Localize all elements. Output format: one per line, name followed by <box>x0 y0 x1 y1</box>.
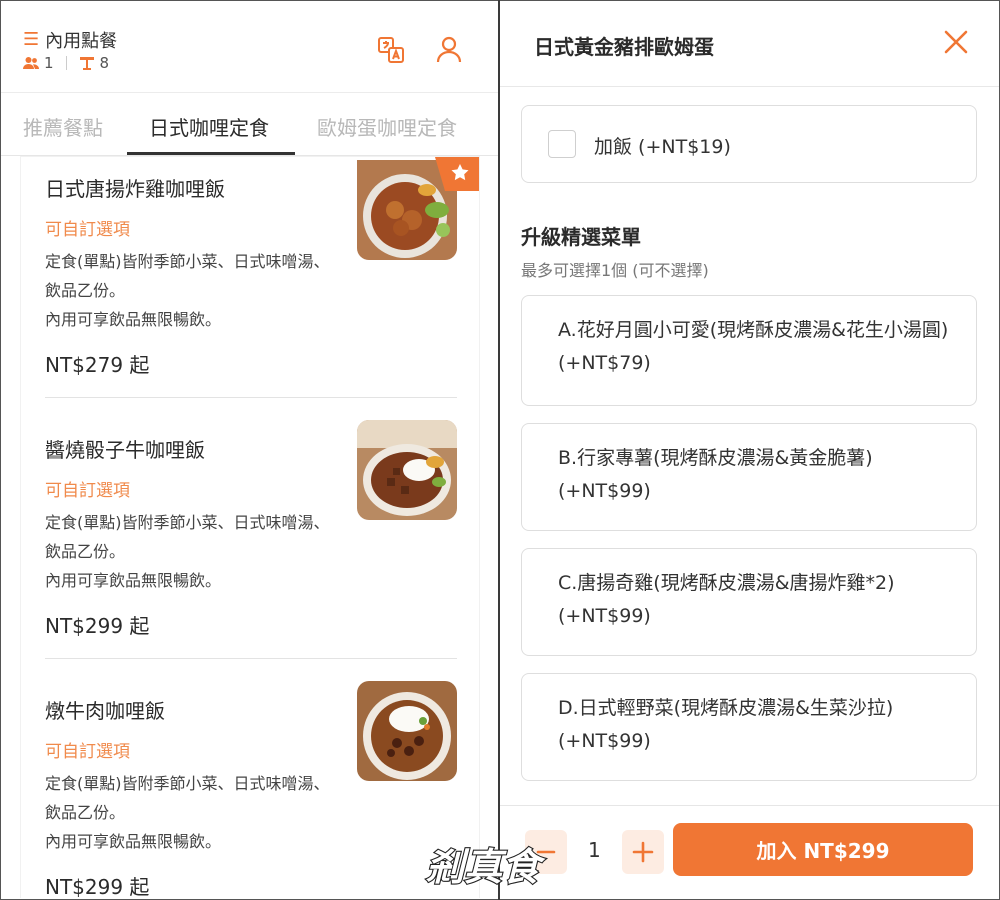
watermark-logo: 剎真食 <box>420 836 560 892</box>
user-icon[interactable] <box>434 35 464 65</box>
item-description-note: 內用可享飲品無限暢飲。 <box>45 571 222 590</box>
item-description: 定食(單點)皆附季節小菜、日式味噌湯、飲品乙份。 <box>45 513 330 561</box>
people-icon <box>23 56 39 70</box>
menu-list: 日式唐揚炸雞咖哩飯 可自訂選項 定食(單點)皆附季節小菜、日式味噌湯、飲品乙份。… <box>21 157 479 898</box>
option-text: D.日式輕野菜(現烤酥皮濃湯&生菜沙拉)(+NT$99) <box>558 697 894 752</box>
upgrade-option-c[interactable]: C.唐揚奇雞(現烤酥皮濃湯&唐揚炸雞*2)(+NT$99) <box>521 548 977 656</box>
menu-item[interactable]: 日式唐揚炸雞咖哩飯 可自訂選項 定食(單點)皆附季節小菜、日式味噌湯、飲品乙份。… <box>45 157 479 398</box>
customizable-label: 可自訂選項 <box>45 481 130 501</box>
tab-omelette-curry[interactable]: 歐姆蛋咖哩定食 <box>317 112 457 141</box>
item-image <box>357 420 457 520</box>
upgrade-section-subtitle: 最多可選擇1個 (可不選擇) <box>521 261 709 280</box>
item-description-note: 內用可享飲品無限暢飲。 <box>45 832 222 851</box>
translate-icon[interactable] <box>376 35 406 65</box>
table-number: 8 <box>99 54 110 72</box>
increase-quantity-button[interactable] <box>622 830 664 874</box>
customizable-label: 可自訂選項 <box>45 220 130 240</box>
svg-text:剎真食: 剎真食 <box>426 845 546 889</box>
item-name: 醬燒骰子牛咖哩飯 <box>45 438 205 462</box>
guest-count: 1 <box>44 54 54 72</box>
customizable-label: 可自訂選項 <box>45 742 130 762</box>
item-image <box>357 681 457 781</box>
stats-divider <box>65 56 67 70</box>
menu-item[interactable]: 醬燒骰子牛咖哩飯 可自訂選項 定食(單點)皆附季節小菜、日式味噌湯、飲品乙份。 … <box>45 398 457 659</box>
menu-item[interactable]: 燉牛肉咖哩飯 可自訂選項 定食(單點)皆附季節小菜、日式味噌湯、飲品乙份。 內用… <box>45 659 457 898</box>
close-icon[interactable] <box>943 29 969 55</box>
order-bar: 1 加入 NT$299 <box>500 805 999 898</box>
featured-star-badge <box>435 157 479 191</box>
option-text: A.花好月圓小可愛(現烤酥皮濃湯&花生小湯圓) (+NT$79) <box>558 319 949 374</box>
item-price: NT$299 起 <box>45 614 150 638</box>
item-options-panel: 日式黃金豬排歐姆蛋 加飯 (+NT$19) 升級精選菜單 最多可選擇1個 (可不… <box>500 1 999 898</box>
menu-icon[interactable]: ☰ <box>23 31 39 49</box>
table-info: 1 8 <box>23 54 109 72</box>
menu-panel: ☰ 內用點餐 1 8 推薦餐點 日式咖哩定食 歐姆蛋咖哩定食 日式唐揚炸雞咖哩飯… <box>1 1 498 898</box>
item-price: NT$299 起 <box>45 875 150 898</box>
upgrade-section-title: 升級精選菜單 <box>521 225 641 249</box>
item-price: NT$279 起 <box>45 353 150 377</box>
upgrade-option-d[interactable]: D.日式輕野菜(現烤酥皮濃湯&生菜沙拉)(+NT$99) <box>521 673 977 781</box>
table-icon <box>79 55 95 71</box>
item-description-note: 內用可享飲品無限暢飲。 <box>45 310 222 329</box>
add-rice-option[interactable]: 加飯 (+NT$19) <box>521 105 977 183</box>
upgrade-option-a[interactable]: A.花好月圓小可愛(現烤酥皮濃湯&花生小湯圓) (+NT$79) <box>521 295 977 406</box>
dine-in-mode[interactable]: ☰ 內用點餐 <box>23 27 117 53</box>
active-tab-indicator <box>127 152 295 155</box>
top-actions <box>376 35 464 65</box>
options-header: 日式黃金豬排歐姆蛋 <box>500 1 999 87</box>
item-title: 日式黃金豬排歐姆蛋 <box>534 35 714 59</box>
top-bar: ☰ 內用點餐 1 8 <box>1 1 498 93</box>
upgrade-option-b[interactable]: B.行家專薯(現烤酥皮濃湯&黃金脆薯)(+NT$99) <box>521 423 977 531</box>
add-to-cart-button[interactable]: 加入 NT$299 <box>673 823 973 876</box>
tab-japanese-curry[interactable]: 日式咖哩定食 <box>149 112 269 141</box>
add-rice-checkbox[interactable] <box>548 130 576 158</box>
plus-icon <box>632 841 654 863</box>
option-text: C.唐揚奇雞(現烤酥皮濃湯&唐揚炸雞*2)(+NT$99) <box>558 572 895 627</box>
add-rice-label: 加飯 (+NT$19) <box>594 136 731 158</box>
item-description: 定食(單點)皆附季節小菜、日式味噌湯、飲品乙份。 <box>45 774 330 822</box>
quantity-value: 1 <box>588 838 601 862</box>
item-name: 燉牛肉咖哩飯 <box>45 699 165 723</box>
mode-label: 內用點餐 <box>45 31 118 52</box>
item-name: 日式唐揚炸雞咖哩飯 <box>45 177 225 201</box>
category-tabs: 推薦餐點 日式咖哩定食 歐姆蛋咖哩定食 <box>1 94 498 156</box>
tab-recommended[interactable]: 推薦餐點 <box>23 112 103 141</box>
option-text: B.行家專薯(現烤酥皮濃湯&黃金脆薯)(+NT$99) <box>558 447 873 502</box>
item-description: 定食(單點)皆附季節小菜、日式味噌湯、飲品乙份。 <box>45 252 330 300</box>
